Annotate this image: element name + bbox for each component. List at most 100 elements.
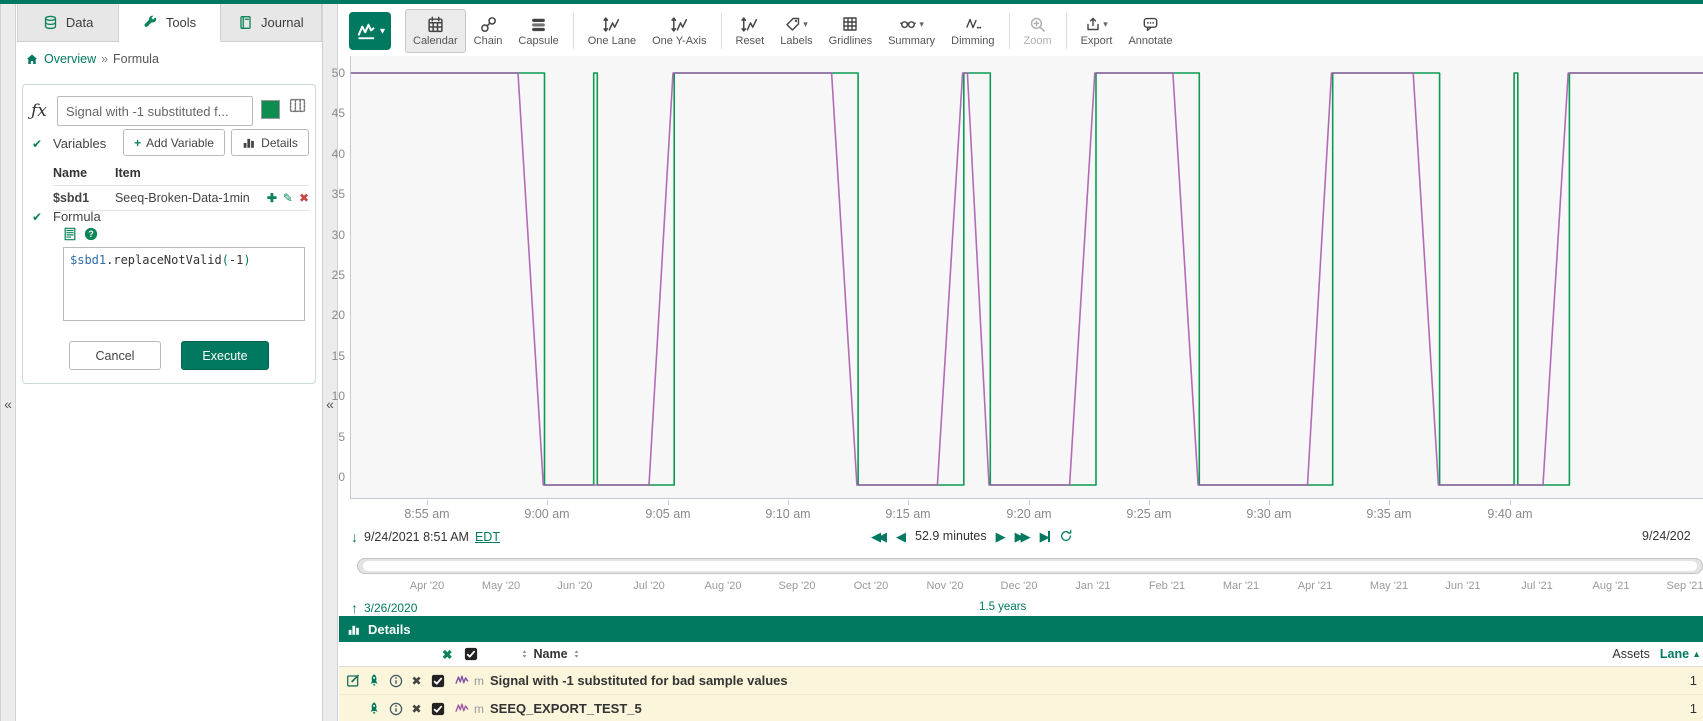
x-axis-tick-label: 9:05 am bbox=[626, 507, 710, 521]
y-axis-tick-label: 25 bbox=[305, 268, 345, 282]
range-start-text[interactable]: 9/24/2021 8:51 AM bbox=[364, 530, 469, 544]
display-range-end[interactable]: 9/24/202 bbox=[1642, 529, 1703, 543]
info-icon[interactable] bbox=[385, 702, 406, 716]
formula-help-icon[interactable]: ? bbox=[84, 227, 98, 241]
timeline-month-label: Jun '21 bbox=[1433, 580, 1493, 592]
x-axis-tick-label: 9:40 am bbox=[1468, 507, 1552, 521]
tab-journal[interactable]: Journal bbox=[221, 4, 322, 41]
lane-sort-asc-icon[interactable]: ▲ bbox=[1692, 649, 1701, 659]
plus-icon: + bbox=[134, 136, 141, 150]
step-forward-icon[interactable]: ▶ bbox=[996, 530, 1006, 543]
jump-to-end-icon[interactable]: ▶ bbox=[1040, 530, 1050, 543]
lane-value: 1 bbox=[1690, 701, 1697, 716]
rocket-icon[interactable] bbox=[364, 673, 385, 688]
row-checkbox[interactable] bbox=[427, 674, 448, 688]
fx-icon: ƒx bbox=[31, 101, 47, 121]
details-panel-header[interactable]: Details bbox=[339, 616, 1703, 642]
toolbar-button-dimming[interactable]: Dimming bbox=[943, 9, 1002, 53]
sidebar-tab-bar: DataToolsJournal bbox=[17, 4, 322, 42]
lane-column-header[interactable]: Lane bbox=[1660, 647, 1689, 661]
investigate-start-date[interactable]: 3/26/2020 bbox=[364, 601, 417, 615]
range-start-arrow-icon: ↓ bbox=[351, 529, 358, 545]
toolbar-button-label: Capsule bbox=[518, 35, 558, 47]
add-variable-button[interactable]: + Add Variable bbox=[123, 129, 225, 156]
select-all-checkbox[interactable] bbox=[464, 647, 478, 661]
formula-code-editor[interactable]: $sbd1.replaceNotValid(-1) bbox=[63, 247, 305, 321]
x-axis-tick-label: 9:15 am bbox=[866, 507, 950, 521]
toolbar-button-label: One Y-Axis bbox=[652, 35, 706, 47]
worksheet-grid-icon[interactable] bbox=[289, 97, 306, 114]
toolbar-button-labels[interactable]: ▾Labels bbox=[772, 9, 820, 53]
x-axis-tick bbox=[788, 500, 789, 505]
edit-variable-icon[interactable]: ✎ bbox=[283, 191, 293, 205]
color-swatch-button[interactable] bbox=[261, 100, 280, 119]
toolbar-button-annotate[interactable]: Annotate bbox=[1120, 9, 1180, 53]
timeline-window[interactable] bbox=[363, 561, 1697, 571]
page-forward-icon[interactable]: ▶▶ bbox=[1015, 530, 1031, 543]
toolbar-button-one-y-axis[interactable]: One Y-Axis bbox=[644, 9, 714, 53]
toolbar-button-gridlines[interactable]: Gridlines bbox=[821, 9, 880, 53]
step-back-icon[interactable]: ◀ bbox=[896, 530, 906, 543]
toolbar-button-chain[interactable]: Chain bbox=[466, 9, 511, 53]
toolbar-separator bbox=[1009, 13, 1010, 49]
rocket-icon[interactable] bbox=[364, 701, 385, 716]
timezone-link[interactable]: EDT bbox=[475, 530, 500, 544]
tab-data[interactable]: Data bbox=[17, 4, 119, 41]
one-lane-icon bbox=[602, 15, 621, 33]
x-axis-tick-label: 8:55 am bbox=[385, 507, 469, 521]
series-purple-line[interactable] bbox=[351, 73, 1703, 485]
tab-tools[interactable]: Tools bbox=[119, 4, 220, 42]
timeline-month-label: Dec '20 bbox=[989, 580, 1049, 592]
breadcrumb-overview-link[interactable]: Overview bbox=[44, 52, 96, 66]
item-name[interactable]: SEEQ_EXPORT_TEST_5 bbox=[490, 701, 642, 716]
remove-all-icon[interactable]: ✖ bbox=[442, 647, 452, 662]
code-token: .replaceNotValid bbox=[106, 253, 222, 267]
toolbar-button-calendar[interactable]: Calendar bbox=[405, 9, 466, 53]
details-label: Details bbox=[261, 136, 298, 150]
item-name[interactable]: Signal with -1 substituted for bad sampl… bbox=[490, 673, 788, 688]
row-checkbox[interactable] bbox=[427, 702, 448, 716]
details-row[interactable]: ✖mSEEQ_EXPORT_TEST_51 bbox=[339, 695, 1703, 721]
toolbar-button-reset[interactable]: Reset bbox=[728, 9, 773, 53]
home-icon[interactable] bbox=[25, 53, 39, 66]
execute-button[interactable]: Execute bbox=[181, 341, 269, 370]
timeline-scrollbar[interactable] bbox=[357, 558, 1703, 574]
page-back-icon[interactable]: ◀◀ bbox=[871, 530, 887, 543]
refresh-icon[interactable] bbox=[1059, 529, 1073, 543]
info-icon[interactable] bbox=[385, 674, 406, 688]
view-mode-dropdown-button[interactable]: ▾ bbox=[349, 12, 391, 50]
trend-series-plot[interactable] bbox=[351, 56, 1703, 499]
display-range-start: ↓ 9/24/2021 8:51 AM EDT bbox=[351, 529, 500, 545]
one-y-axis-icon bbox=[670, 15, 689, 33]
signal-type-icon bbox=[454, 674, 470, 688]
details-row[interactable]: ✖mSignal with -1 substituted for bad sam… bbox=[339, 667, 1703, 695]
cancel-button[interactable]: Cancel bbox=[69, 341, 161, 370]
toolbar-button-label: Chain bbox=[474, 35, 503, 47]
compose-icon[interactable] bbox=[343, 673, 364, 688]
timeline-month-label: Jan '21 bbox=[1063, 580, 1123, 592]
toolbar-button-capsule[interactable]: Capsule bbox=[510, 9, 566, 53]
insert-variable-icon[interactable]: ✚ bbox=[267, 191, 277, 205]
chevron-down-icon: ▾ bbox=[1103, 19, 1108, 30]
formula-doc-icon[interactable] bbox=[63, 227, 77, 241]
toolbar-button-one-lane[interactable]: One Lane bbox=[580, 9, 644, 53]
remove-icon[interactable]: ✖ bbox=[406, 674, 427, 688]
left-collapse-rail[interactable]: « bbox=[0, 4, 16, 721]
signal-name-input[interactable] bbox=[57, 96, 253, 126]
code-token: -1 bbox=[229, 253, 243, 267]
toolbar-button-export[interactable]: ▾Export bbox=[1073, 9, 1121, 53]
series-green-line[interactable] bbox=[351, 73, 1703, 485]
investigate-range-span[interactable]: 1.5 years bbox=[979, 601, 1026, 613]
variable-row: $sbd1Seeq-Broken-Data-1min✚✎✖ bbox=[53, 185, 309, 211]
x-axis-tick bbox=[1029, 500, 1030, 505]
variable-details-button[interactable]: Details bbox=[231, 129, 309, 156]
toolbar-button-summary[interactable]: ▾Summary bbox=[880, 9, 943, 53]
formula-helper-icons: ? bbox=[63, 227, 98, 241]
collapse-left-icon[interactable]: « bbox=[1, 396, 15, 412]
assets-column-header[interactable]: Assets bbox=[1612, 647, 1650, 661]
remove-icon[interactable]: ✖ bbox=[406, 702, 427, 716]
name-column-header[interactable]: Name bbox=[520, 647, 580, 661]
trend-chart[interactable] bbox=[350, 56, 1703, 499]
toolbar-button-zoom: Zoom bbox=[1016, 9, 1060, 53]
duration-label[interactable]: 52.9 minutes bbox=[915, 529, 987, 543]
